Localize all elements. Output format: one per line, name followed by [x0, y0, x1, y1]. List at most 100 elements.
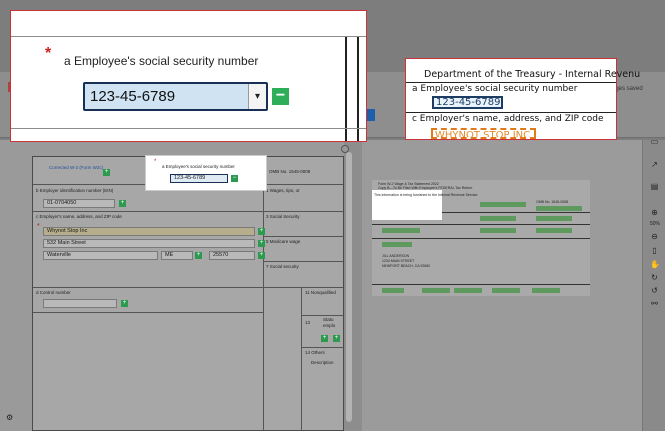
- control-number-field[interactable]: [43, 299, 117, 308]
- ssn-value: 123-45-6789: [90, 88, 176, 105]
- employer-zip-add-button[interactable]: +: [258, 252, 265, 259]
- callout-row-divider: [406, 82, 616, 83]
- zoom-level: 50%: [650, 221, 661, 227]
- doc-row-line: [372, 238, 590, 239]
- doc-highlight: [382, 228, 420, 233]
- box13-checkbox[interactable]: +: [333, 335, 340, 342]
- row-divider: [301, 315, 343, 316]
- box13-add-button[interactable]: +: [321, 335, 328, 342]
- comment-icon[interactable]: ▤: [650, 182, 659, 191]
- chevron-down-icon[interactable]: ▾: [248, 84, 266, 109]
- doc-highlight: [536, 228, 572, 233]
- link-icon[interactable]: ⚯: [650, 299, 659, 308]
- callout-row-divider: [406, 112, 616, 113]
- callout-header-strip: [11, 11, 366, 37]
- box14-description-label: Description: [311, 360, 334, 365]
- control-number-label: d Control number: [36, 290, 71, 295]
- doc-highlight: [382, 242, 412, 247]
- panel-icon[interactable]: ▭: [650, 137, 659, 146]
- box13-label: 13: [305, 320, 311, 325]
- row-divider: [263, 261, 343, 262]
- required-marker: *: [154, 159, 157, 165]
- box7-label: 7 Social security: [266, 264, 299, 269]
- callout-divider: [357, 37, 359, 141]
- doc-highlight: [480, 216, 516, 221]
- doc-employer-label: c Employer's name, address, and ZIP code: [412, 114, 604, 124]
- employer-name-add-button[interactable]: +: [258, 228, 265, 235]
- corrected-toggle-button[interactable]: +: [103, 169, 110, 176]
- row-divider: [263, 287, 343, 288]
- ein-add-button[interactable]: +: [119, 200, 126, 207]
- employer-state-select[interactable]: ME: [161, 251, 193, 260]
- zoom-out-icon[interactable]: ⊖: [650, 232, 659, 241]
- employer-state-add-button[interactable]: +: [195, 252, 202, 259]
- ssn-label: a Employee's social security number: [64, 54, 259, 68]
- box1-label: 1 Wages, tips, ot: [266, 188, 300, 193]
- zoom-in-icon[interactable]: ⊕: [650, 208, 659, 217]
- doc-note: This information is being furnished to t…: [374, 193, 479, 197]
- doc-ssn-label: a Employee's social security number: [412, 84, 578, 94]
- viewer-toolbar: ▭ ↗ ▤ ⊕ 50% ⊖ ▯ ✋ ↻ ↺ ⚯: [642, 137, 665, 431]
- settings-icon[interactable]: ⚙: [6, 413, 15, 422]
- row-divider: [33, 287, 263, 288]
- box13-employee-label: emplo: [323, 323, 336, 328]
- collapse-pane-icon[interactable]: [341, 145, 349, 153]
- pan-icon[interactable]: ✋: [650, 260, 660, 269]
- column-divider: [263, 184, 264, 431]
- editor-scrollbar[interactable]: [346, 152, 352, 422]
- doc-employee-street: 1234 MAIN STREET: [382, 259, 415, 263]
- doc-row-line: [372, 224, 590, 225]
- employer-name-field[interactable]: Whynot Stop Inc: [43, 227, 255, 236]
- mini-ssn-add-button[interactable]: −: [231, 175, 238, 182]
- mini-ssn-field[interactable]: 123-45-6789: [170, 174, 228, 183]
- rotate-back-icon[interactable]: ↺: [650, 286, 659, 295]
- employer-street-add-button[interactable]: +: [258, 240, 265, 247]
- callout-row-divider: [11, 128, 366, 129]
- row-divider: [263, 211, 343, 212]
- box14-label: 14 Others: [305, 350, 325, 355]
- doc-highlight: [382, 288, 404, 293]
- doc-focus-region: This information is being furnished to t…: [372, 190, 478, 220]
- box5-label: 5 Medicare wage: [266, 239, 301, 244]
- external-link-icon[interactable]: ↗: [650, 160, 659, 169]
- omb-number: OMB No. 1545-0008: [269, 169, 311, 174]
- editor-tab-indicator[interactable]: [367, 109, 375, 121]
- callout-divider: [345, 37, 347, 141]
- ssn-select[interactable]: 123-45-6789 ▾: [83, 82, 268, 111]
- doc-highlight: [480, 228, 516, 233]
- doc-highlight: [532, 288, 560, 293]
- w2-form-editor: Corrected W-2 (Form W2c) + OMB No. 1545-…: [32, 156, 344, 431]
- doc-highlight: [536, 206, 582, 211]
- mini-ssn-label: a Employee's social security number: [162, 164, 235, 169]
- row-divider: [33, 312, 263, 313]
- fit-page-icon[interactable]: ▯: [650, 246, 659, 255]
- doc-employee-name: JILL ANDERSON: [382, 254, 410, 258]
- ein-label: b Employer identification number (EIN): [36, 188, 114, 193]
- ein-field[interactable]: 01-0704050: [43, 199, 115, 208]
- employer-zip-field[interactable]: 25570: [209, 251, 255, 260]
- corrected-label: Corrected W-2 (Form W2c): [49, 165, 104, 170]
- pane-splitter[interactable]: [344, 140, 362, 431]
- document-zoom-callout: Department of the Treasury - Internal Re…: [405, 58, 640, 140]
- employer-street-field[interactable]: 532 Main Street: [43, 239, 255, 248]
- required-marker: *: [37, 223, 40, 230]
- ssn-zoom-callout: * a Employee's social security number 12…: [10, 10, 367, 142]
- row-divider: [263, 236, 343, 237]
- required-marker: *: [45, 45, 52, 62]
- doc-row-line: [372, 284, 590, 285]
- doc-highlight: [492, 288, 520, 293]
- ssn-add-button[interactable]: −: [272, 88, 289, 105]
- doc-ssn-value: 123-45-6789: [432, 96, 503, 109]
- box13-statutory-label: Statu: [323, 317, 334, 322]
- ssn-field-preview: * a Employee's social security number 12…: [145, 155, 267, 191]
- doc-employer-value: WHYNOT STOP INC: [431, 128, 536, 139]
- control-number-add-button[interactable]: +: [121, 300, 128, 307]
- employer-city-field[interactable]: Waterville: [43, 251, 158, 260]
- rotate-icon[interactable]: ↻: [650, 273, 659, 282]
- box11-label: 11 Nonqualified: [305, 290, 336, 295]
- doc-employee-city: NEWPORT BEACH, CA 92660: [382, 264, 431, 268]
- employer-label: c Employer's name, address, and ZIP code: [36, 214, 122, 219]
- box3-label: 3 Social Security: [266, 214, 300, 219]
- doc-department-header: Department of the Treasury - Internal Re…: [424, 69, 641, 80]
- column-divider: [301, 287, 302, 431]
